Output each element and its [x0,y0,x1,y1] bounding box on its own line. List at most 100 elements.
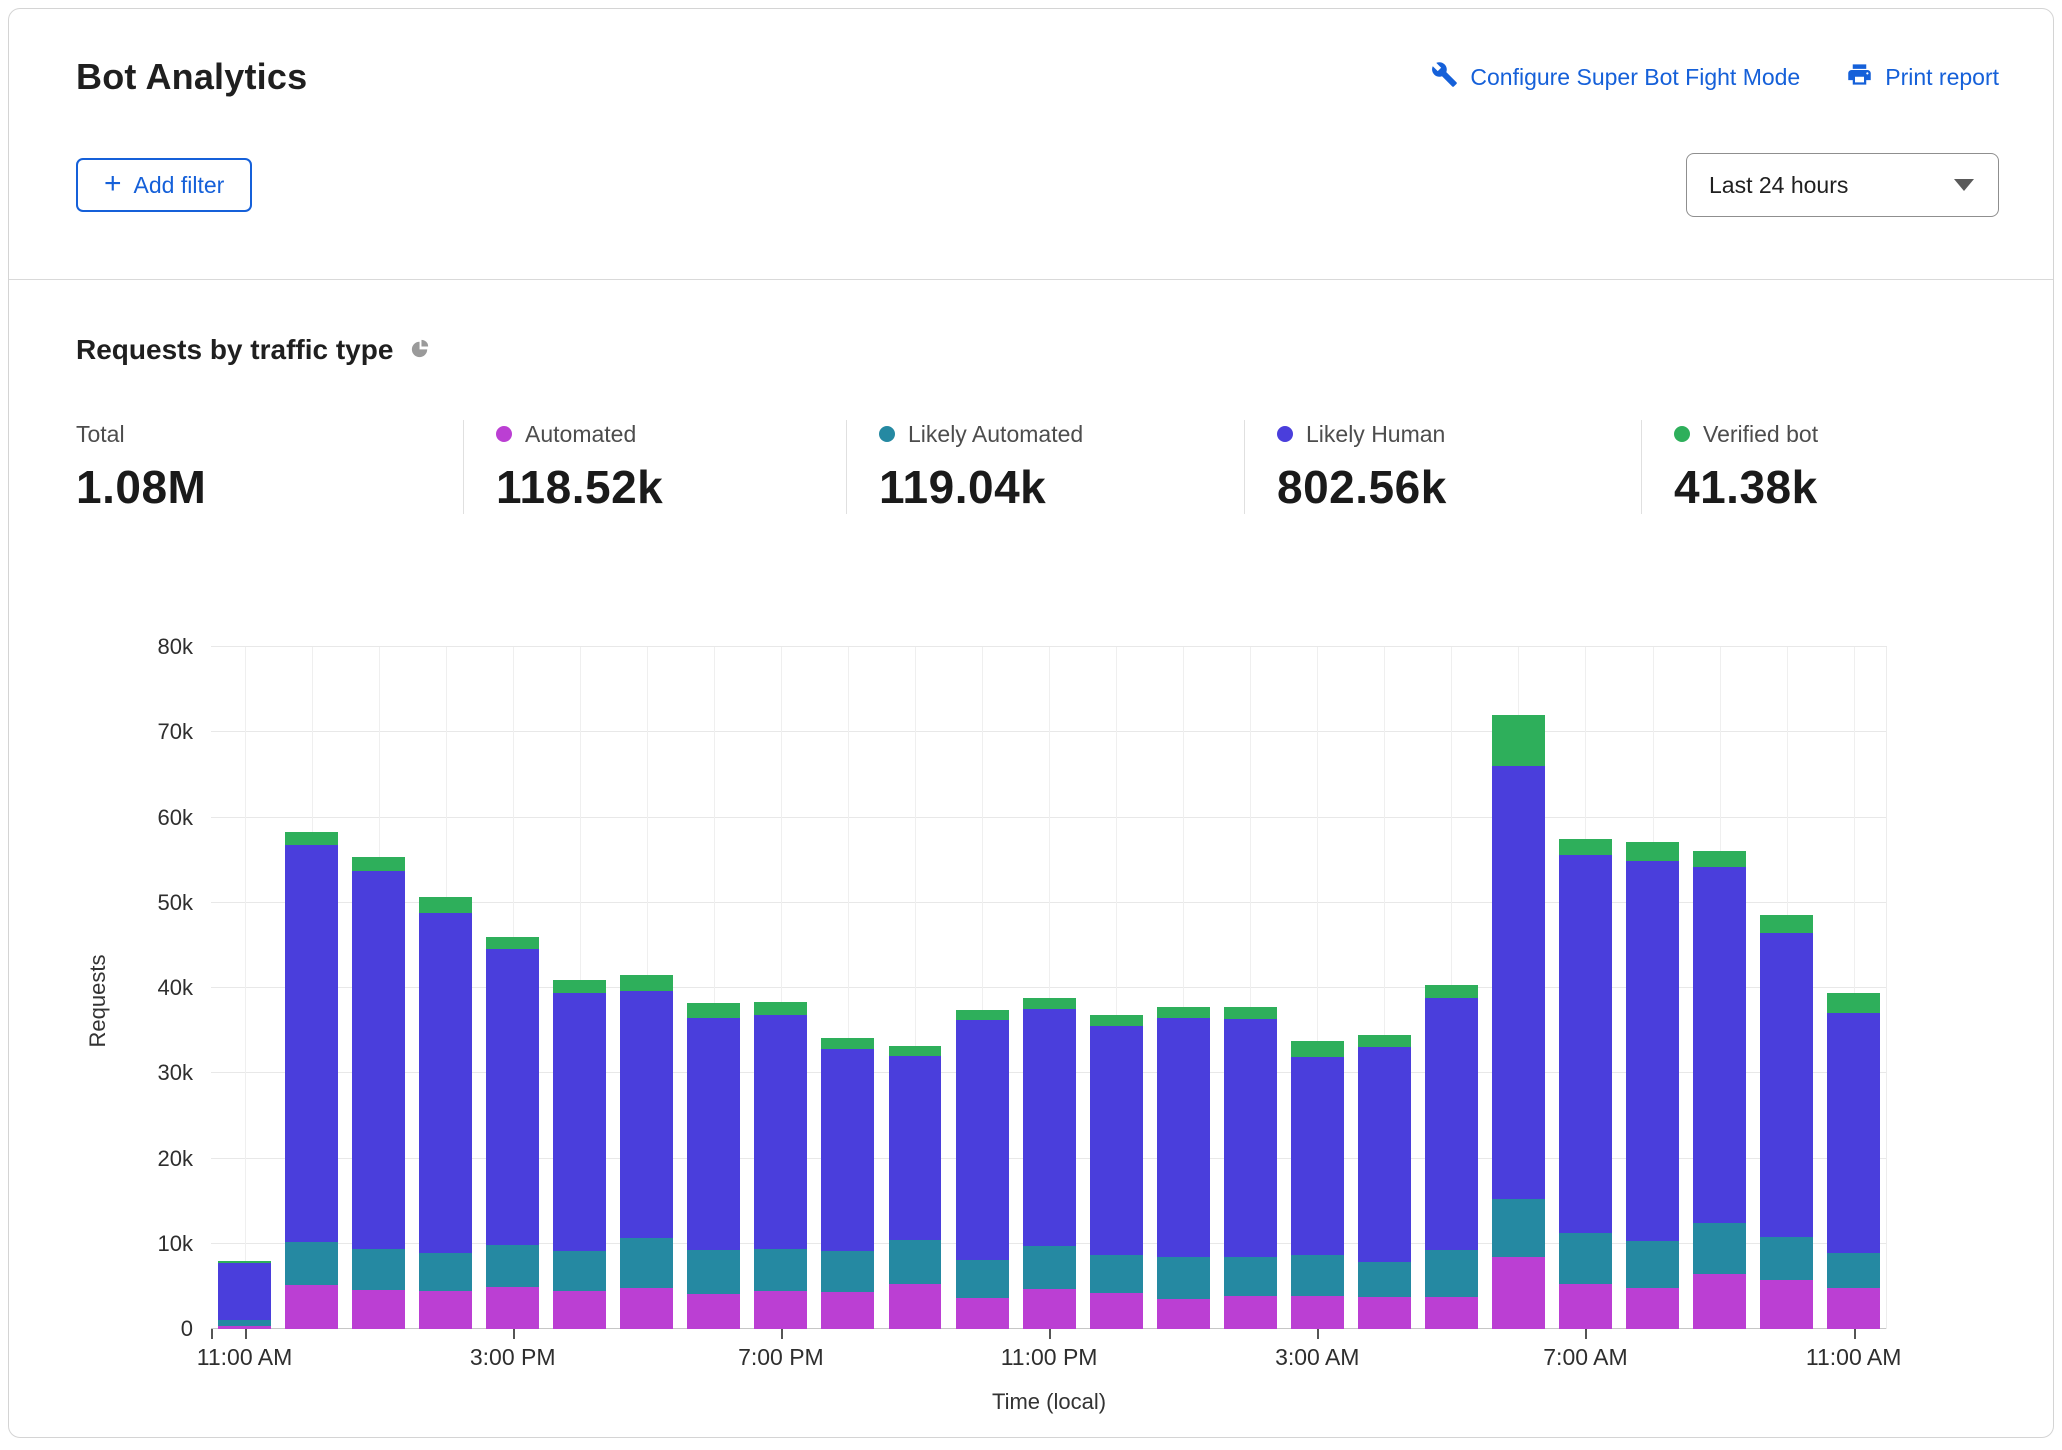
bar-segment-verified-bot [419,897,472,913]
bar-segment-likely-human [1157,1018,1210,1257]
bar-segment-likely-automated [486,1245,539,1287]
x-tick-label: 3:00 AM [1275,1344,1359,1371]
stacked-bar [218,647,271,1329]
bar-segment-likely-human [889,1056,942,1240]
bar-slot [613,647,680,1329]
stacked-bar [1358,647,1411,1329]
stacked-bar [1559,647,1612,1329]
bar-segment-likely-human [1224,1019,1277,1257]
stat-value: 118.52k [496,460,846,514]
y-tick-label: 60k [158,805,193,831]
y-tick-label: 50k [158,890,193,916]
section-title: Requests by traffic type [76,334,393,366]
bar-segment-automated [285,1285,338,1329]
y-tick-label: 80k [158,634,193,660]
print-report-link[interactable]: Print report [1846,61,1999,94]
stacked-bar [419,647,472,1329]
bar-segment-verified-bot [486,937,539,949]
bar-segment-likely-human [1626,861,1679,1241]
stacked-bar [1626,647,1679,1329]
bar-slot [680,647,747,1329]
bar-segment-likely-automated [285,1242,338,1285]
bar-slot [1485,647,1552,1329]
bar-segment-automated [1626,1288,1679,1329]
print-report-label: Print report [1885,64,1999,91]
bar-segment-likely-automated [754,1249,807,1291]
bar-segment-likely-human [1090,1026,1143,1255]
add-filter-button[interactable]: + Add filter [76,158,252,212]
stacked-bar [1157,647,1210,1329]
bar-segment-likely-human [1291,1057,1344,1255]
bar-segment-likely-automated [553,1251,606,1290]
bar-slot [1083,647,1150,1329]
bar-segment-likely-human [285,845,338,1242]
x-tick-mark [781,1329,783,1339]
bar-segment-verified-bot [956,1010,1009,1020]
bar-slot [1418,647,1485,1329]
bar-slot [1351,647,1418,1329]
x-tick-mark [245,1329,247,1339]
y-tick-label: 40k [158,975,193,1001]
bar-segment-likely-human [1693,867,1746,1223]
stat-label: Total [76,421,125,448]
bar-segment-verified-bot [1090,1015,1143,1025]
plot-area: 010k20k30k40k50k60k70k80k [211,647,1887,1329]
x-tick-label: 7:00 PM [738,1344,824,1371]
stat-value: 1.08M [76,460,463,514]
configure-super-bot-link[interactable]: Configure Super Bot Fight Mode [1431,61,1800,94]
bar-segment-verified-bot [1224,1007,1277,1019]
bar-segment-likely-human [1358,1047,1411,1262]
bar-segment-likely-human [1425,998,1478,1249]
stacked-bar [553,647,606,1329]
stacked-bar [620,647,673,1329]
legend-dot-verified-bot [1674,426,1690,442]
bar-segment-verified-bot [620,975,673,991]
y-tick-label: 20k [158,1146,193,1172]
bar-segment-automated [821,1292,874,1330]
x-tick-mark [1854,1329,1856,1339]
stacked-bar [1693,647,1746,1329]
bar-segment-likely-human [218,1263,271,1320]
bar-segment-likely-automated [1291,1255,1344,1296]
bar-segment-likely-automated [1492,1199,1545,1258]
bar-segment-likely-automated [419,1253,472,1291]
time-range-select[interactable]: Last 24 hours [1686,153,1999,217]
bar-segment-likely-human [754,1015,807,1249]
bar-segment-automated [1023,1289,1076,1329]
card-header: Bot Analytics Configure Super Bot Fight … [9,9,2053,279]
stat-total: Total 1.08M [76,420,463,514]
legend-dot-likely-human [1277,426,1293,442]
stat-likely-human: Likely Human802.56k [1244,420,1641,514]
bar-segment-likely-automated [1760,1237,1813,1280]
stacked-bar [1023,647,1076,1329]
bar-slot [1753,647,1820,1329]
stacked-bar [821,647,874,1329]
y-tick-label: 70k [158,719,193,745]
bar-segment-likely-automated [687,1250,740,1294]
x-tick-mark [1585,1329,1587,1339]
bot-analytics-card: Bot Analytics Configure Super Bot Fight … [8,8,2054,1438]
pie-chart-icon [409,336,432,364]
stacked-bar [889,647,942,1329]
bar-segment-likely-automated [956,1260,1009,1298]
bar-segment-likely-human [1023,1009,1076,1246]
bar-segment-likely-human [1760,933,1813,1237]
bar-segment-verified-bot [352,857,405,871]
bar-segment-likely-human [1827,1013,1880,1253]
bar-segment-automated [1693,1274,1746,1329]
stat-label: Automated [525,421,636,448]
stacked-bar [754,647,807,1329]
legend-dot-automated [496,426,512,442]
y-tick-label: 10k [158,1231,193,1257]
bar-segment-likely-human [486,949,539,1246]
bar-slot [1217,647,1284,1329]
x-tick-mark [1049,1329,1051,1339]
bar-segment-automated [218,1326,271,1329]
stacked-bar [352,647,405,1329]
wrench-icon [1431,61,1458,94]
y-tick-label: 30k [158,1060,193,1086]
bar-segment-automated [1492,1257,1545,1329]
bar-segment-likely-human [620,991,673,1237]
bar-segment-verified-bot [1626,842,1679,861]
bar-segment-automated [1827,1288,1880,1329]
